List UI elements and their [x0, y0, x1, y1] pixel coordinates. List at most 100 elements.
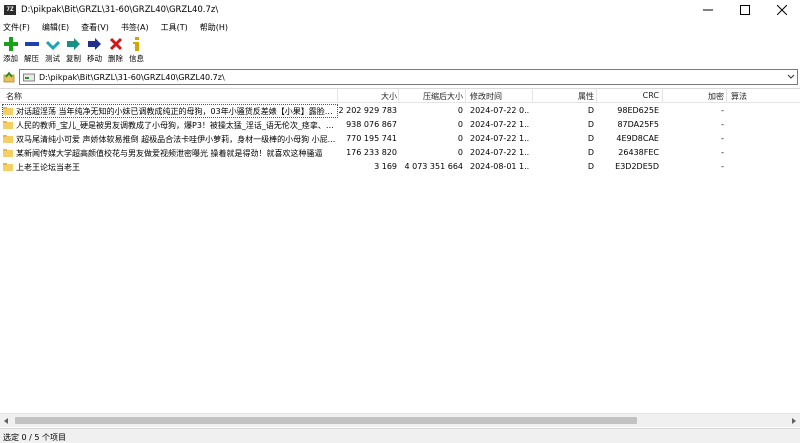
item-crc: 87DA25F5: [617, 120, 659, 129]
checkmark-icon: [45, 40, 60, 51]
item-name: 双马尾清纯小可爱 声娇体软易推倒 超极品合法卡哇伊小萝莉，身材一级棒的小母狗 小…: [16, 134, 336, 144]
move-label: 移动: [87, 54, 102, 63]
item-attributes: D: [587, 106, 594, 115]
menu-view[interactable]: 查看(V): [81, 22, 109, 33]
column-packed-size[interactable]: 压缩后大小: [423, 91, 463, 102]
column-name[interactable]: 名称: [6, 91, 22, 102]
title-bar: 7Z D:\pikpak\Bit\GRZL\31-60\GRZL40\GRZL4…: [0, 0, 800, 20]
minus-icon: [24, 42, 39, 46]
list-item[interactable]: 对话超淫荡 当年纯净无知的小妹已调教成纯正的母狗，03年小骚货反差婊【小果】露脸…: [0, 104, 800, 118]
delete-label: 删除: [108, 54, 123, 63]
delete-button[interactable]: 删除: [105, 34, 126, 66]
column-method[interactable]: 算法: [731, 91, 747, 102]
file-list: 名称 大小 压缩后大小 修改时间 属性 CRC 加密 算法 对话超淫荡 当年纯净…: [0, 88, 800, 413]
item-modified: 2024-07-22 1...: [470, 134, 530, 143]
item-modified: 2024-07-22 0...: [470, 106, 530, 115]
column-header-row: 名称 大小 压缩后大小 修改时间 属性 CRC 加密 算法: [0, 89, 800, 103]
item-modified: 2024-08-01 1...: [470, 162, 530, 171]
move-button[interactable]: 移动: [84, 34, 105, 66]
address-path: D:\pikpak\Bit\GRZL\31-60\GRZL40\GRZL40.7…: [39, 72, 225, 82]
close-button[interactable]: [763, 0, 800, 20]
extract-button[interactable]: 解压: [21, 34, 42, 66]
column-attributes[interactable]: 属性: [578, 91, 594, 102]
item-attributes: D: [587, 120, 594, 129]
status-bar: 选定 0 / 5 个项目: [0, 428, 800, 443]
info-button[interactable]: 信息: [126, 34, 147, 66]
item-size: 938 076 867: [346, 120, 397, 129]
up-folder-icon: [3, 71, 15, 83]
item-name: 某新闻传媒大学超高颜值校花与男友做爱视频泄密曝光 操着就是得劲！就喜欢这种骚逼: [16, 148, 323, 158]
chevron-down-icon[interactable]: [787, 73, 795, 81]
item-attributes: D: [587, 162, 594, 171]
menu-help[interactable]: 帮助(H): [200, 22, 228, 33]
item-size: 3 169: [374, 162, 397, 171]
item-crc: 4E9D8CAE: [616, 134, 659, 143]
test-label: 测试: [45, 54, 60, 63]
folder-icon: [3, 149, 13, 157]
item-packed-size: 0: [457, 106, 463, 115]
column-crc[interactable]: CRC: [643, 91, 659, 100]
item-encrypted: -: [721, 106, 724, 115]
column-size[interactable]: 大小: [381, 91, 397, 102]
scroll-right-icon[interactable]: [790, 417, 798, 425]
item-name: 人民的教师_宝儿_硬是被男友调教成了小母狗，爆P3！被操太猛_淫话_语无伦次_痉…: [16, 120, 337, 130]
move-arrow-icon: [87, 38, 101, 50]
minimize-button[interactable]: [689, 0, 726, 20]
scrollbar-thumb[interactable]: [15, 417, 637, 424]
item-encrypted: -: [721, 162, 724, 171]
item-packed-size: 0: [457, 120, 463, 129]
list-item[interactable]: 上老王论坛当老王 3 169 4 073 351 664 2024-08-01 …: [0, 160, 800, 174]
copy-button[interactable]: 复制: [63, 34, 84, 66]
copy-arrow-icon: [66, 38, 80, 50]
item-name: 上老王论坛当老王: [16, 162, 80, 172]
item-packed-size: 0: [457, 134, 463, 143]
menu-edit[interactable]: 编辑(E): [42, 22, 69, 33]
menu-tools[interactable]: 工具(T): [161, 22, 188, 33]
item-encrypted: -: [721, 148, 724, 157]
info-icon: [132, 37, 139, 51]
plus-icon: [3, 37, 18, 51]
item-size: 176 233 820: [346, 148, 397, 157]
delete-x-icon: [109, 37, 122, 51]
toolbar: 添加 解压 测试 复制 移动 删除 信息: [0, 34, 800, 66]
test-button[interactable]: 测试: [42, 34, 63, 66]
horizontal-scrollbar[interactable]: [0, 413, 800, 427]
maximize-button[interactable]: [726, 0, 763, 20]
item-encrypted: -: [721, 134, 724, 143]
menu-bar: 文件(F) 编辑(E) 查看(V) 书签(A) 工具(T) 帮助(H): [0, 20, 800, 34]
item-name: 对话超淫荡 当年纯净无知的小妹已调教成纯正的母狗，03年小骚货反差婊【小果】露脸…: [16, 106, 337, 116]
item-encrypted: -: [721, 120, 724, 129]
item-modified: 2024-07-22 1...: [470, 148, 530, 157]
list-item[interactable]: 某新闻传媒大学超高颜值校花与男友做爱视频泄密曝光 操着就是得劲！就喜欢这种骚逼 …: [0, 146, 800, 160]
window-controls: [689, 0, 800, 20]
item-crc: E3D2DE5D: [615, 162, 659, 171]
selection-status: 选定 0 / 5 个项目: [3, 433, 67, 442]
extract-label: 解压: [24, 54, 39, 63]
item-packed-size: 4 073 351 664: [404, 162, 463, 171]
item-modified: 2024-07-22 1...: [470, 120, 530, 129]
item-size: 770 195 741: [346, 134, 397, 143]
maximize-icon: [739, 5, 750, 15]
column-modified[interactable]: 修改时间: [470, 91, 502, 102]
info-label: 信息: [129, 54, 144, 63]
address-field[interactable]: D:\pikpak\Bit\GRZL\31-60\GRZL40\GRZL40.7…: [19, 69, 798, 85]
list-item[interactable]: 人民的教师_宝儿_硬是被男友调教成了小母狗，爆P3！被操太猛_淫话_语无伦次_痉…: [0, 118, 800, 132]
list-item[interactable]: 双马尾清纯小可爱 声娇体软易推倒 超极品合法卡哇伊小萝莉，身材一级棒的小母狗 小…: [0, 132, 800, 146]
menu-file[interactable]: 文件(F): [3, 22, 30, 33]
folder-icon: [3, 135, 13, 143]
up-folder-button[interactable]: [2, 70, 16, 84]
folder-icon: [3, 163, 13, 171]
app-icon: 7Z: [4, 5, 16, 15]
add-button[interactable]: 添加: [0, 34, 21, 66]
menu-bookmarks[interactable]: 书签(A): [121, 22, 149, 33]
window-title: D:\pikpak\Bit\GRZL\31-60\GRZL40\GRZL40.7…: [21, 5, 219, 15]
address-bar: D:\pikpak\Bit\GRZL\31-60\GRZL40\GRZL40.7…: [0, 67, 800, 87]
drive-icon: [23, 73, 35, 81]
scroll-left-icon[interactable]: [2, 417, 10, 425]
item-attributes: D: [587, 134, 594, 143]
item-crc: 98ED625E: [617, 106, 659, 115]
add-label: 添加: [3, 54, 18, 63]
column-encrypted[interactable]: 加密: [708, 91, 724, 102]
item-packed-size: 0: [457, 148, 463, 157]
close-icon: [776, 5, 787, 15]
